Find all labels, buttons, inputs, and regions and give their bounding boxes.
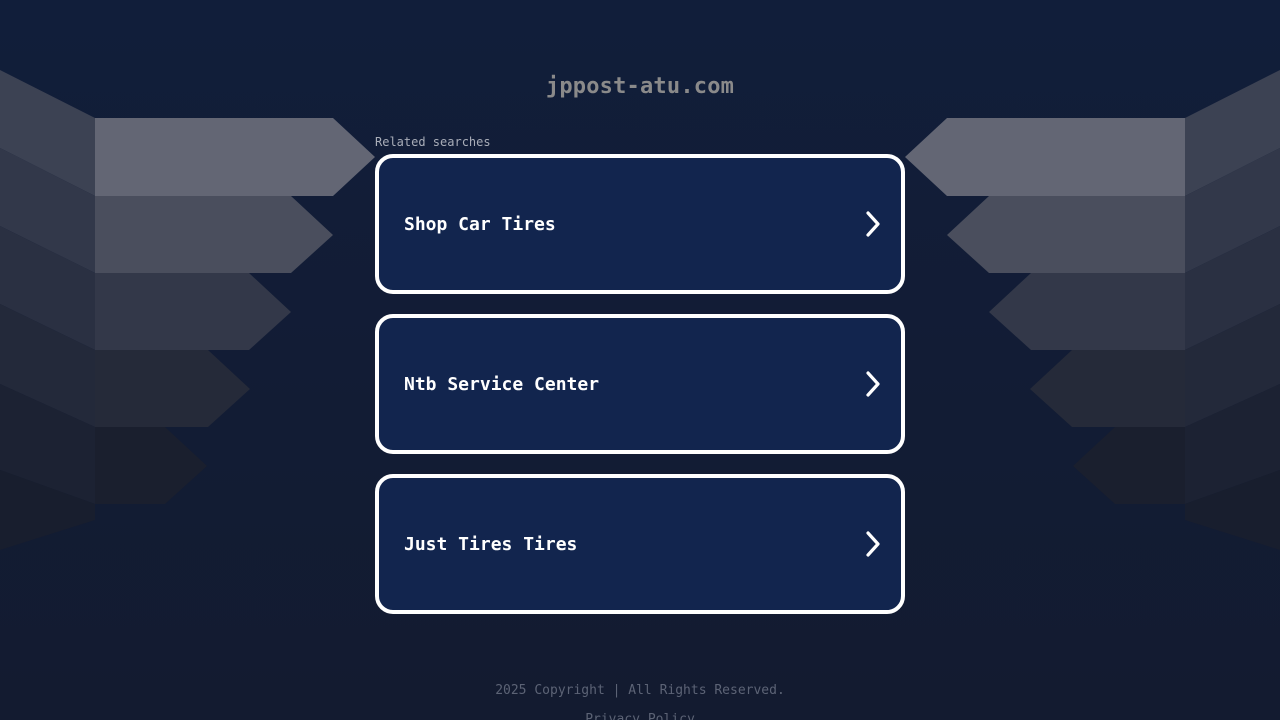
left-decorative-arrows [0,70,375,550]
related-search-ntb-service-center[interactable]: Ntb Service Center [375,314,905,454]
right-decorative-arrows [905,70,1280,550]
related-searches-list: Shop Car Tires Ntb Service Center Just T… [375,154,905,634]
chevron-right-icon [866,371,880,397]
chevron-right-icon [866,531,880,557]
related-search-label: Ntb Service Center [404,373,600,395]
parked-domain-page: jppost-atu.com Related searches Shop Car… [0,0,1280,720]
privacy-policy-link[interactable]: Privacy Policy [0,712,1280,720]
domain-title: jppost-atu.com [545,74,735,99]
related-search-label: Shop Car Tires [404,213,556,235]
related-search-label: Just Tires Tires [404,533,578,555]
related-searches-heading: Related searches [375,135,491,149]
footer-copyright: 2025 Copyright | All Rights Reserved. [495,683,785,698]
related-search-just-tires-tires[interactable]: Just Tires Tires [375,474,905,614]
related-search-shop-car-tires[interactable]: Shop Car Tires [375,154,905,294]
chevron-right-icon [866,211,880,237]
